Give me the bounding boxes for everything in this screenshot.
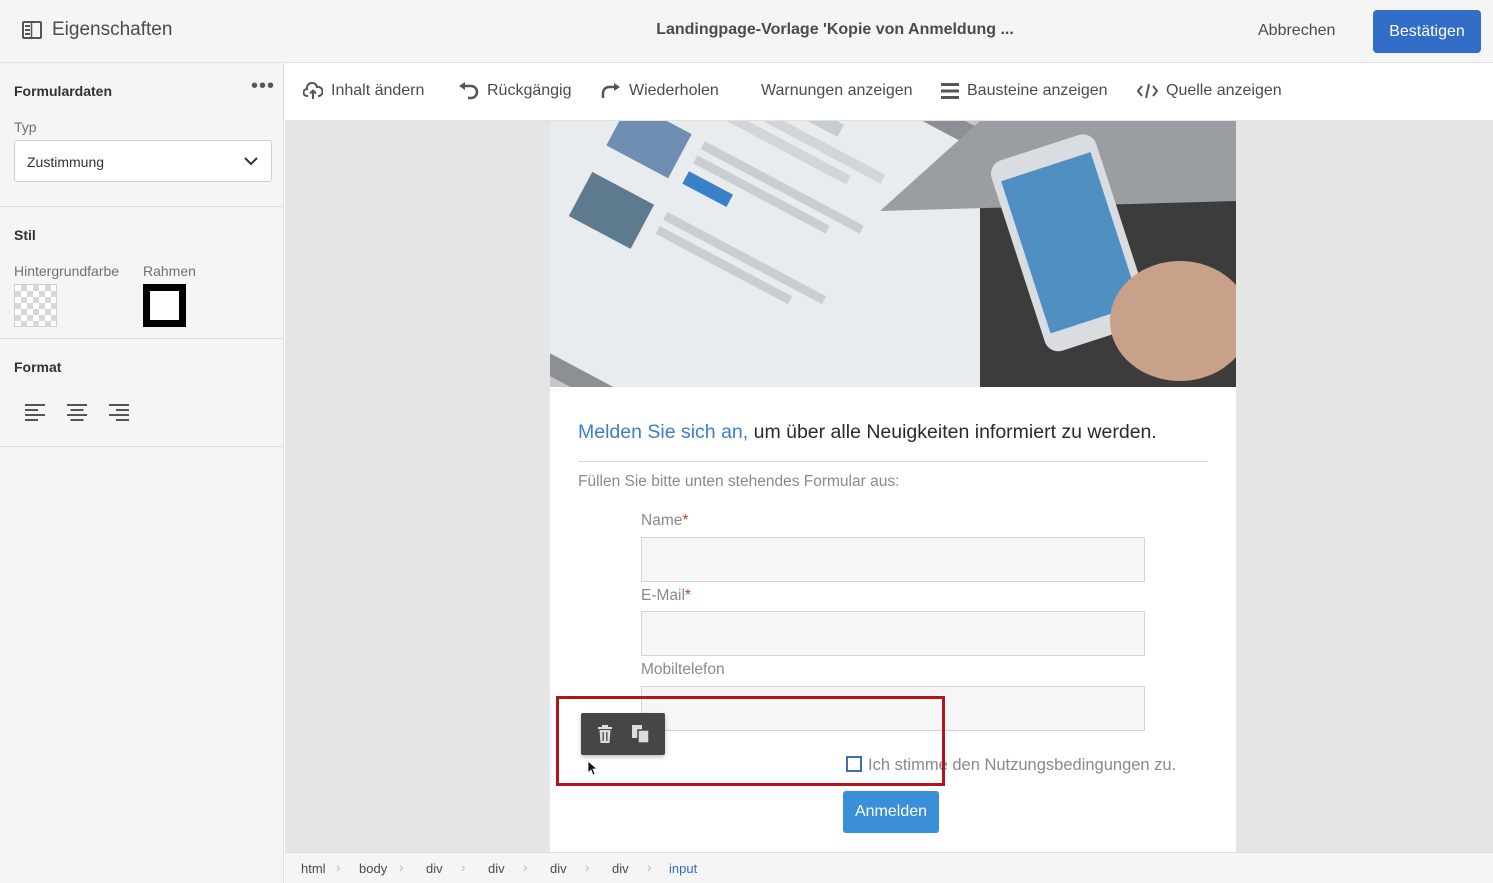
cloud-upload-icon [303,82,323,99]
redo-label: Wiederholen [629,82,719,99]
mobile-label: Mobiltelefon [641,661,725,678]
redo-button[interactable]: Wiederholen [600,82,719,100]
properties-sidebar: Formulardaten ••• Typ Zustimmung Stil Hi… [0,63,284,883]
type-select[interactable]: Zustimmung [14,140,272,182]
undo-icon [459,82,479,100]
form-intro: Füllen Sie bitte unten stehendes Formula… [578,473,900,490]
cancel-button[interactable]: Abbrechen [1258,22,1335,40]
crumb-separator: › [461,860,466,875]
crumb-div-4[interactable]: div [612,861,629,876]
editor-canvas: Melden Sie sich an, um über alle Neuigke… [285,121,1493,852]
name-label: Name* [641,512,689,529]
headline-accent[interactable]: Melden Sie sich an, [578,421,748,443]
alignment-group [24,401,130,421]
trash-icon[interactable] [597,725,613,743]
element-actions-toolbar [581,713,665,755]
change-content-button[interactable]: Inhalt ändern [303,82,424,100]
crumb-separator: › [585,860,590,875]
element-breadcrumb: html › body › div › div › div › div › in… [285,852,1493,883]
align-right-icon[interactable] [108,401,130,421]
crumb-separator: › [523,860,528,875]
show-warnings-label: Warnungen anzeigen [761,82,913,99]
more-options-icon[interactable]: ••• [251,75,275,98]
properties-toggle[interactable]: Eigenschaften [22,19,172,41]
format-title: Format [14,359,62,375]
crumb-div-2[interactable]: div [488,861,505,876]
type-label: Typ [14,119,37,135]
border-swatch[interactable] [143,284,186,327]
name-field[interactable] [641,537,1145,582]
divider [578,461,1208,462]
type-select-value: Zustimmung [27,154,105,170]
list-blocks-icon [941,83,959,99]
headline-rest: um über alle Neuigkeiten informiert zu w… [748,421,1157,443]
show-warnings-button[interactable]: Warnungen anzeigen [761,82,913,100]
hero-image [550,121,1236,387]
background-color-swatch[interactable] [14,284,57,327]
crumb-separator: › [399,860,404,875]
undo-button[interactable]: Rückgängig [458,82,572,100]
style-section: Stil Hintergrundfarbe Rahmen [0,207,283,339]
duplicate-icon[interactable] [631,725,650,743]
format-section: Format [0,339,283,447]
crumb-input[interactable]: input [669,861,697,876]
crumb-separator: › [336,860,341,875]
hero-illustration [550,121,1236,387]
form-data-section: Formulardaten ••• Typ Zustimmung [0,63,283,207]
email-label: E-Mail* [641,587,691,604]
change-content-label: Inhalt ändern [331,82,425,99]
panel-icon [22,21,42,39]
form-headline: Melden Sie sich an, um über alle Neuigke… [578,421,1157,444]
background-color-label: Hintergrundfarbe [14,263,120,279]
form-data-title: Formulardaten [14,83,113,99]
show-source-label: Quelle anzeigen [1166,82,1282,99]
editor-toolbar: Inhalt ändern Rückgängig Wiederholen War… [285,63,1493,121]
submit-button[interactable]: Anmelden [843,791,939,833]
crumb-body[interactable]: body [359,861,387,876]
mouse-cursor-icon [588,761,598,776]
redo-icon [601,83,620,98]
page-title: Landingpage-Vorlage 'Kopie von Anmeldung… [656,21,1014,38]
properties-label: Eigenschaften [52,19,173,40]
crumb-html[interactable]: html [301,861,326,876]
show-blocks-button[interactable]: Bausteine anzeigen [941,82,1108,100]
confirm-button[interactable]: Bestätigen [1373,10,1481,53]
chevron-down-icon [244,157,258,166]
show-blocks-label: Bausteine anzeigen [967,82,1108,99]
undo-label: Rückgängig [487,82,572,99]
code-icon [1137,83,1158,99]
show-source-button[interactable]: Quelle anzeigen [1137,82,1282,100]
style-title: Stil [14,227,36,243]
crumb-div-1[interactable]: div [426,861,443,876]
border-label: Rahmen [143,263,196,279]
crumb-div-3[interactable]: div [550,861,567,876]
top-bar: Eigenschaften Landingpage-Vorlage 'Kopie… [0,0,1493,63]
email-field[interactable] [641,611,1145,656]
crumb-separator: › [647,860,652,875]
align-center-icon[interactable] [66,401,88,421]
align-left-icon[interactable] [24,401,46,421]
